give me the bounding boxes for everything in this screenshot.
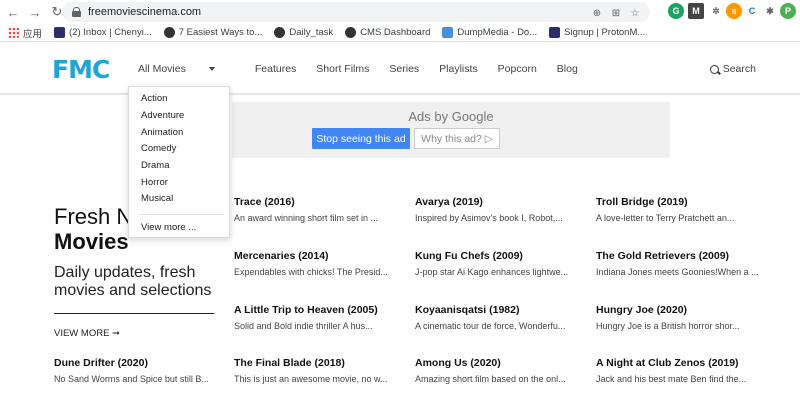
film-title[interactable]: Dune Drifter (2020)	[54, 357, 148, 369]
browser-toolbar: ← → ↻ freemoviescinema.com ⊕ ⊞ ☆ G M ✲ s…	[0, 0, 800, 24]
lock-icon	[72, 7, 81, 17]
film-title[interactable]: Kung Fu Chefs (2009)	[415, 250, 523, 262]
google-ad: Ads by Google Stop seeing this ad Why th…	[232, 102, 670, 158]
grammarly-icon[interactable]: G	[668, 3, 684, 19]
caret-down-icon	[208, 67, 215, 72]
film-desc: Amazing short film based on the onl...	[415, 374, 566, 384]
m-extension-icon[interactable]: M	[688, 3, 704, 19]
film-desc: No Sand Worms and Spice but still B...	[54, 374, 209, 384]
film-title[interactable]: A Little Trip to Heaven (2005)	[234, 304, 378, 316]
nav-series[interactable]: Series	[389, 63, 419, 75]
hero-subtitle: Daily updates, fresh movies and selectio…	[54, 264, 212, 299]
divider	[54, 313, 214, 314]
site-icon	[345, 27, 357, 38]
s-extension-icon[interactable]: s	[726, 3, 742, 19]
film-title[interactable]: Trace (2016)	[234, 196, 295, 208]
bookmark-star-icon[interactable]: ☆	[628, 4, 642, 22]
search-button[interactable]: Search	[709, 63, 756, 75]
bookmark-label: Daily_task	[289, 27, 334, 38]
nav-label: All Movies	[138, 63, 186, 75]
nav-blog[interactable]: Blog	[557, 63, 578, 75]
film-title[interactable]: Among Us (2020)	[415, 357, 501, 369]
bookmark-cms-dashboard[interactable]: CMS Dashboard	[345, 27, 430, 38]
film-desc: Hungry Joe is a British horror shor...	[596, 321, 740, 331]
search-icon	[709, 64, 719, 74]
dropdown-item-action[interactable]: Action	[141, 93, 167, 104]
site-icon	[549, 27, 561, 38]
address-bar[interactable]: freemoviescinema.com ⊕ ⊞ ☆	[62, 2, 650, 22]
dropdown-item-comedy[interactable]: Comedy	[141, 143, 176, 154]
bookmark-label: CMS Dashboard	[360, 27, 431, 38]
film-desc: A love-letter to Terry Pratchett an...	[596, 213, 735, 223]
film-desc: A cinematic tour de force, Wonderfu...	[415, 321, 566, 331]
film-title[interactable]: Mercenaries (2014)	[234, 250, 329, 262]
hero-title: Fresh N Movies	[54, 204, 132, 254]
hero-title-line2: Movies	[54, 229, 129, 254]
puzzle-icon[interactable]: ✱	[762, 3, 778, 19]
bookmark-inbox[interactable]: (2) Inbox | Chenyi...	[54, 27, 152, 38]
main-nav: All Movies Features Short Films Series P…	[138, 63, 598, 75]
search-label: Search	[722, 63, 756, 75]
film-title[interactable]: The Final Blade (2018)	[234, 357, 345, 369]
site-icon	[442, 27, 454, 38]
dropdown-item-horror[interactable]: Horror	[141, 177, 168, 188]
site-icon	[163, 27, 175, 38]
nav-short-films[interactable]: Short Films	[316, 63, 369, 75]
bookmark-protonmail[interactable]: Signup | ProtonM...	[549, 27, 645, 38]
bookmark-daily-task[interactable]: Daily_task	[274, 27, 333, 38]
film-desc: Jack and his best mate Ben find the...	[596, 374, 747, 384]
forward-icon[interactable]: →	[26, 3, 44, 21]
nav-playlists[interactable]: Playlists	[439, 63, 478, 75]
film-title[interactable]: Troll Bridge (2019)	[596, 196, 688, 208]
bookmark-label: (2) Inbox | Chenyi...	[69, 27, 152, 38]
profile-avatar[interactable]: P	[780, 3, 796, 19]
why-this-ad-button[interactable]: Why this ad? ▷	[414, 128, 500, 149]
translate-icon[interactable]: ⊞	[609, 4, 623, 22]
dropdown-item-musical[interactable]: Musical	[141, 193, 173, 204]
film-desc: Inspired by Asimov's book I, Robot,...	[415, 213, 563, 223]
bookmark-apps[interactable]: 应用	[8, 26, 42, 40]
film-desc: Indiana Jones meets Goonies!When a ...	[596, 267, 759, 277]
film-desc: J-pop star Ai Kago enhances lightwe...	[415, 267, 569, 277]
film-title[interactable]: Avarya (2019)	[415, 196, 483, 208]
back-icon[interactable]: ←	[4, 3, 22, 21]
apps-grid-icon	[8, 27, 19, 38]
zoom-icon[interactable]: ⊕	[590, 4, 604, 22]
bookmark-label: 应用	[23, 28, 43, 40]
dropdown-item-adventure[interactable]: Adventure	[141, 110, 184, 121]
all-movies-dropdown: Action Adventure Animation Comedy Drama …	[128, 86, 230, 238]
view-more-link[interactable]: VIEW MORE ➞	[54, 328, 120, 339]
bookmarks-bar: 应用 (2) Inbox | Chenyi... 7 Easiest Ways …	[0, 24, 800, 42]
film-desc: An award winning short film set in ...	[234, 213, 379, 223]
bookmark-label: Signup | ProtonM...	[564, 27, 646, 38]
dropdown-item-drama[interactable]: Drama	[141, 160, 170, 171]
film-title[interactable]: A Night at Club Zenos (2019)	[596, 357, 739, 369]
film-title[interactable]: Koyaanisqatsi (1982)	[415, 304, 519, 316]
mail-icon	[54, 27, 66, 38]
nav-all-movies[interactable]: All Movies	[138, 63, 235, 75]
film-desc: This is just an awesome movie, no w...	[234, 374, 388, 384]
site-icon	[274, 27, 286, 38]
bookmark-easiest-ways[interactable]: 7 Easiest Ways to...	[163, 27, 263, 38]
nav-features[interactable]: Features	[255, 63, 296, 75]
dropdown-view-more[interactable]: View more ...	[141, 222, 196, 233]
divider	[139, 214, 223, 215]
bookmark-label: 7 Easiest Ways to...	[178, 27, 263, 38]
stop-seeing-ad-button[interactable]: Stop seeing this ad	[312, 128, 410, 149]
site-logo[interactable]: FMC	[52, 55, 110, 84]
film-desc: Expendables with chicks! The Presid...	[234, 267, 388, 277]
bookmark-dumpmedia[interactable]: DumpMedia - Do...	[442, 27, 537, 38]
film-desc: Solid and Bold indie thriller A hus...	[234, 321, 373, 331]
bookmark-label: DumpMedia - Do...	[457, 27, 538, 38]
ad-title: Ads by Google	[408, 109, 494, 124]
nav-popcorn[interactable]: Popcorn	[498, 63, 537, 75]
gear-extension-icon[interactable]: ✲	[708, 3, 724, 19]
film-title[interactable]: The Gold Retrievers (2009)	[596, 250, 729, 262]
c-extension-icon[interactable]: C	[744, 3, 760, 19]
film-title[interactable]: Hungry Joe (2020)	[596, 304, 687, 316]
site-header: FMC All Movies Features Short Films Seri…	[0, 43, 800, 95]
dropdown-item-animation[interactable]: Animation	[141, 127, 183, 138]
hero-title-line1: Fresh N	[54, 204, 133, 229]
url-text: freemoviescinema.com	[88, 6, 202, 18]
